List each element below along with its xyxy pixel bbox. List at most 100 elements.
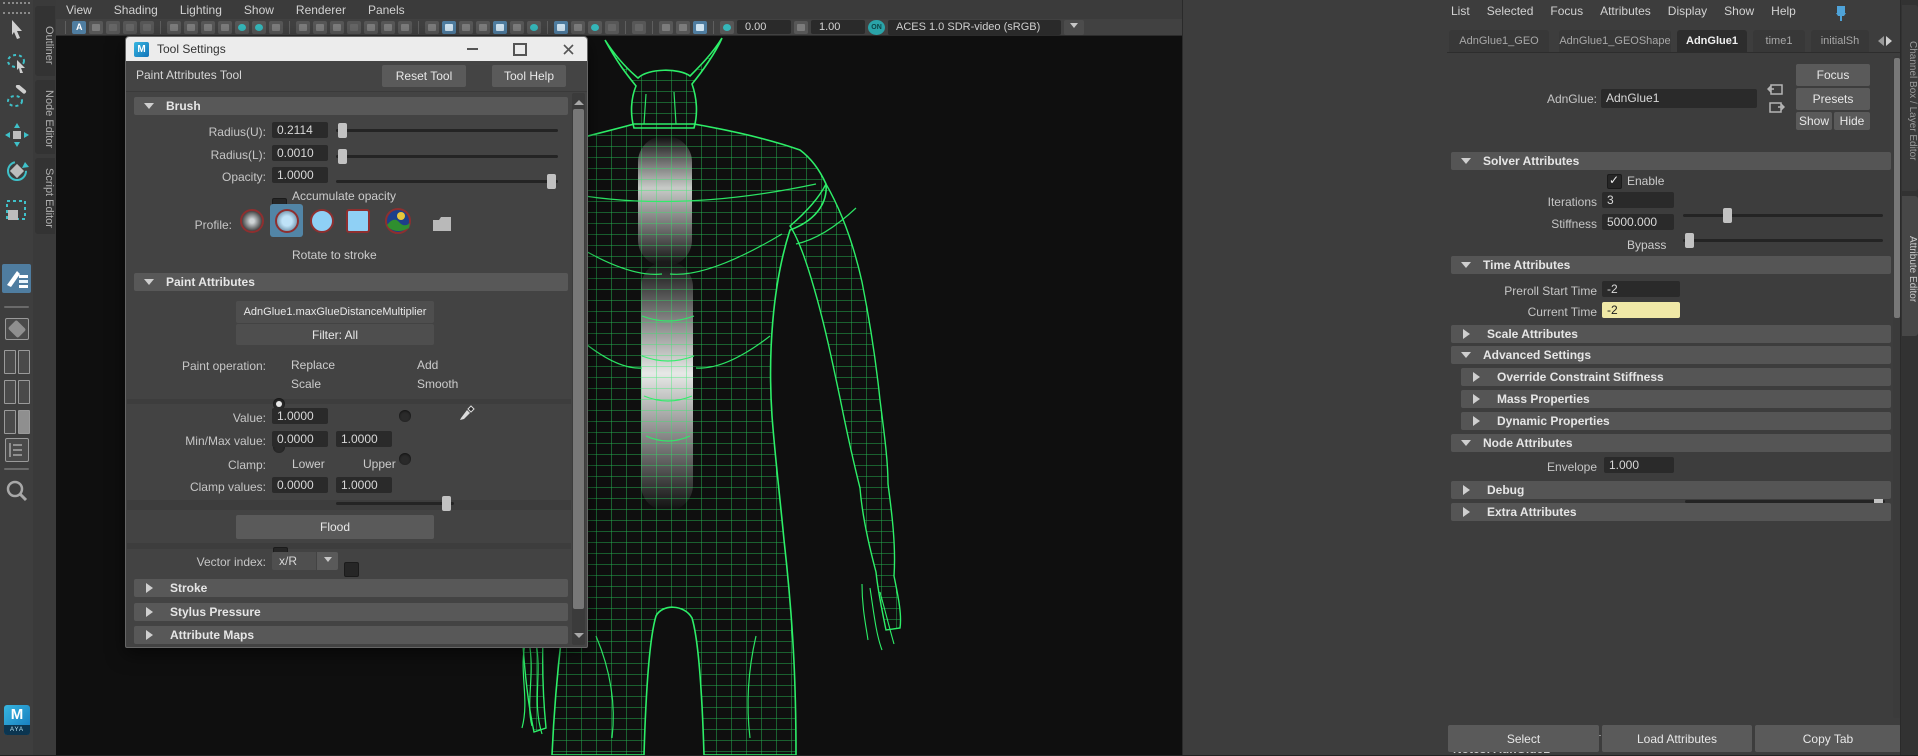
clamp-max-field[interactable]: 1.0000: [336, 477, 392, 493]
anti-alias-icon[interactable]: [588, 21, 602, 34]
clamp-upper-checkbox[interactable]: [344, 562, 359, 577]
viewport-toolbar-icon[interactable]: [89, 21, 103, 34]
menu-display[interactable]: Display: [1668, 4, 1707, 18]
textured-icon[interactable]: [459, 21, 473, 34]
section-advanced-settings[interactable]: Advanced Settings: [1451, 346, 1891, 364]
viewport-toolbar-icon[interactable]: [269, 21, 283, 34]
menu-selected[interactable]: Selected: [1487, 4, 1534, 18]
resolution-gate-icon[interactable]: [330, 21, 344, 34]
flood-button[interactable]: Flood: [236, 515, 434, 539]
brush-profile-square[interactable]: [344, 207, 371, 234]
section-attribute-maps[interactable]: Attribute Maps: [134, 626, 568, 644]
outliner-layout-button[interactable]: [5, 438, 29, 462]
max-value-field[interactable]: 1.0000: [336, 431, 392, 447]
select-highlight-icon[interactable]: [72, 21, 86, 34]
tab-attribute-editor[interactable]: Attribute Editor: [1902, 196, 1918, 336]
color-management-toggle[interactable]: ON: [868, 20, 885, 35]
colorspace-dropdown[interactable]: ACES 1.0 SDR-video (sRGB): [888, 20, 1061, 35]
move-tool-icon[interactable]: [4, 122, 29, 147]
section-dynamic-properties[interactable]: Dynamic Properties: [1461, 412, 1891, 430]
section-override-constraint-stiffness[interactable]: Override Constraint Stiffness: [1461, 368, 1891, 386]
section-stylus-pressure[interactable]: Stylus Pressure: [134, 603, 568, 621]
clamp-min-field[interactable]: 0.0000: [272, 477, 328, 493]
viewport-toolbar-icon[interactable]: [252, 21, 266, 34]
envelope-field[interactable]: 1.000: [1604, 457, 1674, 473]
toolbox-grip[interactable]: [3, 2, 30, 14]
section-extra-attributes[interactable]: Extra Attributes: [1451, 503, 1891, 521]
radius-u-slider[interactable]: [336, 129, 558, 132]
single-pane-layout-button[interactable]: [5, 318, 29, 340]
brush-profile-gaussian[interactable]: [238, 207, 265, 234]
presets-button[interactable]: Presets: [1796, 88, 1870, 110]
filter-button[interactable]: Filter: All: [236, 324, 434, 345]
radius-l-slider[interactable]: [336, 155, 558, 158]
maya-logo[interactable]: M AYA: [4, 705, 30, 735]
motion-blur-icon[interactable]: [571, 21, 585, 34]
show-button[interactable]: Show: [1796, 112, 1832, 130]
menu-show[interactable]: Show: [1724, 4, 1754, 18]
node-name-field[interactable]: AdnGlue1: [1601, 89, 1757, 108]
viewport-toolbar-icon[interactable]: [381, 21, 395, 34]
viewport-toolbar-icon[interactable]: [364, 21, 378, 34]
viewport-toolbar-icon[interactable]: [167, 21, 181, 34]
menu-help[interactable]: Help: [1771, 4, 1796, 18]
gamma-icon[interactable]: [794, 21, 808, 34]
viewport-toolbar-icon[interactable]: [184, 21, 198, 34]
tab-scroll-left-icon[interactable]: [1873, 36, 1884, 46]
paint-attributes-tool-icon[interactable]: [2, 264, 31, 293]
hide-button[interactable]: Hide: [1834, 112, 1870, 130]
menu-renderer[interactable]: Renderer: [296, 3, 346, 17]
radius-l-field[interactable]: 0.0010: [272, 145, 328, 161]
viewport-toolbar-icon[interactable]: [659, 21, 673, 34]
section-solver-attributes[interactable]: Solver Attributes: [1451, 152, 1891, 170]
eyedropper-icon[interactable]: [458, 403, 476, 421]
tool-settings-scrollbar[interactable]: [572, 93, 585, 645]
tool-help-button[interactable]: Tool Help: [492, 65, 566, 87]
viewport-toolbar-icon[interactable]: [605, 21, 619, 34]
exposure-icon[interactable]: [720, 21, 734, 34]
focus-button[interactable]: Focus: [1796, 64, 1870, 86]
section-node-attributes[interactable]: Node Attributes: [1451, 434, 1891, 452]
scale-tool-icon[interactable]: [4, 198, 29, 223]
input-connection-icon[interactable]: [1767, 82, 1785, 97]
tab-time1[interactable]: time1: [1753, 30, 1805, 52]
brush-profile-soft-selected[interactable]: [270, 204, 303, 237]
menu-view[interactable]: View: [66, 3, 92, 17]
section-brush[interactable]: Brush: [134, 97, 568, 115]
smooth-radio[interactable]: [399, 453, 411, 465]
material-icon[interactable]: [476, 21, 490, 34]
ao-icon[interactable]: [554, 21, 568, 34]
section-mass-properties[interactable]: Mass Properties: [1461, 390, 1891, 408]
opacity-slider[interactable]: [336, 180, 558, 183]
radius-u-field[interactable]: 0.2114: [272, 122, 328, 138]
tab-adnglue1-geo[interactable]: AdnGlue1_GEO: [1449, 30, 1549, 52]
stiffness-slider[interactable]: [1683, 239, 1883, 242]
stiffness-field[interactable]: 5000.000: [1602, 214, 1674, 230]
opacity-field[interactable]: 1.0000: [272, 167, 328, 183]
preroll-start-time-field[interactable]: -2: [1602, 281, 1680, 297]
section-stroke[interactable]: Stroke: [134, 579, 568, 597]
value-field[interactable]: 1.0000: [272, 408, 328, 424]
menu-show[interactable]: Show: [244, 3, 274, 17]
viewport-toolbar-icon[interactable]: [347, 21, 361, 34]
menu-list[interactable]: List: [1451, 4, 1470, 18]
menu-shading[interactable]: Shading: [114, 3, 158, 17]
current-time-field[interactable]: -2: [1602, 302, 1680, 318]
paint-attribute-button[interactable]: AdnGlue1.maxGlueDistanceMultiplier: [236, 301, 434, 323]
lasso-select-tool-icon[interactable]: [4, 50, 29, 75]
menu-lighting[interactable]: Lighting: [180, 3, 222, 17]
rotate-tool-icon[interactable]: [4, 158, 29, 183]
maximize-button[interactable]: [506, 40, 534, 58]
vector-index-dropdown-arrow[interactable]: [317, 552, 338, 570]
viewport-toolbar-icon[interactable]: [201, 21, 215, 34]
viewport-toolbar-icon[interactable]: [235, 21, 249, 34]
iterations-field[interactable]: 3: [1602, 192, 1674, 208]
two-pane-layout-button[interactable]: [4, 380, 30, 402]
iterations-slider[interactable]: [1683, 214, 1883, 217]
select-button[interactable]: Select: [1448, 725, 1599, 752]
tab-adnglue1[interactable]: AdnGlue1: [1677, 30, 1747, 52]
grid-icon[interactable]: [296, 21, 310, 34]
minimize-button[interactable]: [458, 40, 486, 58]
search-icon[interactable]: [4, 478, 29, 503]
value-slider[interactable]: [336, 502, 454, 505]
